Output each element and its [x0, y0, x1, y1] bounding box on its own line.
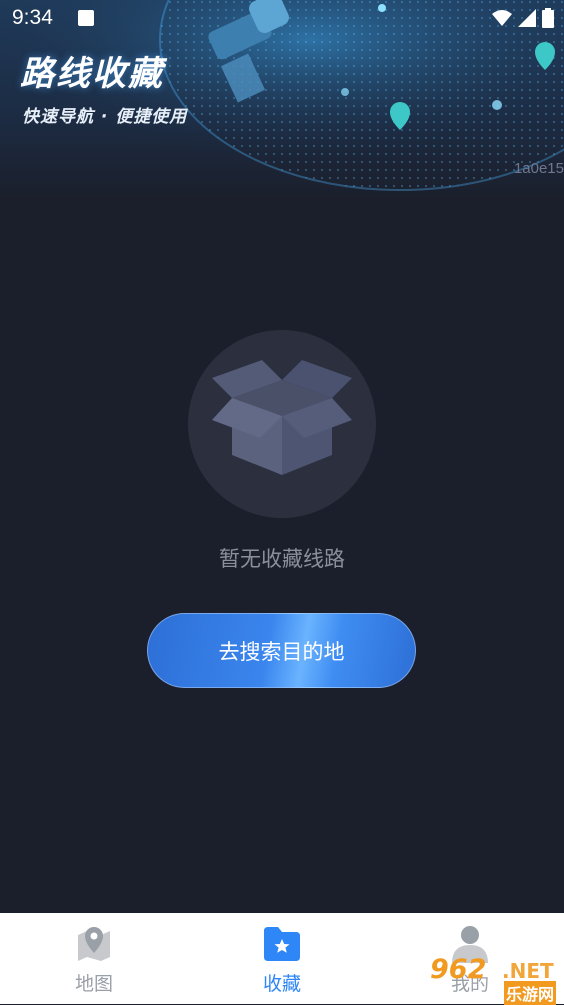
notification-icon — [78, 10, 94, 26]
empty-box-icon — [212, 360, 352, 475]
watermark-number: 962 — [430, 954, 487, 985]
battery-icon — [542, 8, 554, 28]
page-title: 路线收藏 — [20, 54, 164, 94]
tab-favorites-label: 收藏 — [262, 973, 301, 995]
wifi-icon — [492, 10, 512, 26]
status-time: 9:34 — [12, 6, 53, 29]
version-label: 1a0e15 — [513, 160, 564, 177]
folder-star-icon — [264, 927, 300, 961]
tab-favorites[interactable]: 收藏 — [188, 913, 376, 1004]
signal-icon — [518, 9, 536, 27]
watermark-cn: 乐游网 — [504, 981, 557, 1005]
empty-state-illustration — [188, 330, 376, 518]
empty-state-message: 暂无收藏线路 — [219, 547, 345, 571]
tab-map[interactable]: 地图 — [0, 913, 188, 1004]
watermark-domain: .NET — [502, 959, 554, 983]
watermark-logo: 962 .NET 乐游网 — [424, 950, 564, 1005]
status-bar: 9:34 — [0, 0, 564, 38]
page-subtitle: 快速导航 · 便捷使用 — [22, 107, 188, 127]
map-pin-icon — [78, 927, 110, 961]
tab-map-label: 地图 — [74, 973, 113, 995]
header-banner: 9:34 路线收藏 快速导航 · 便捷使用 1a0e15 — [0, 0, 564, 200]
search-destination-button[interactable]: 去搜索目的地 — [147, 613, 416, 688]
status-indicators — [492, 8, 554, 28]
